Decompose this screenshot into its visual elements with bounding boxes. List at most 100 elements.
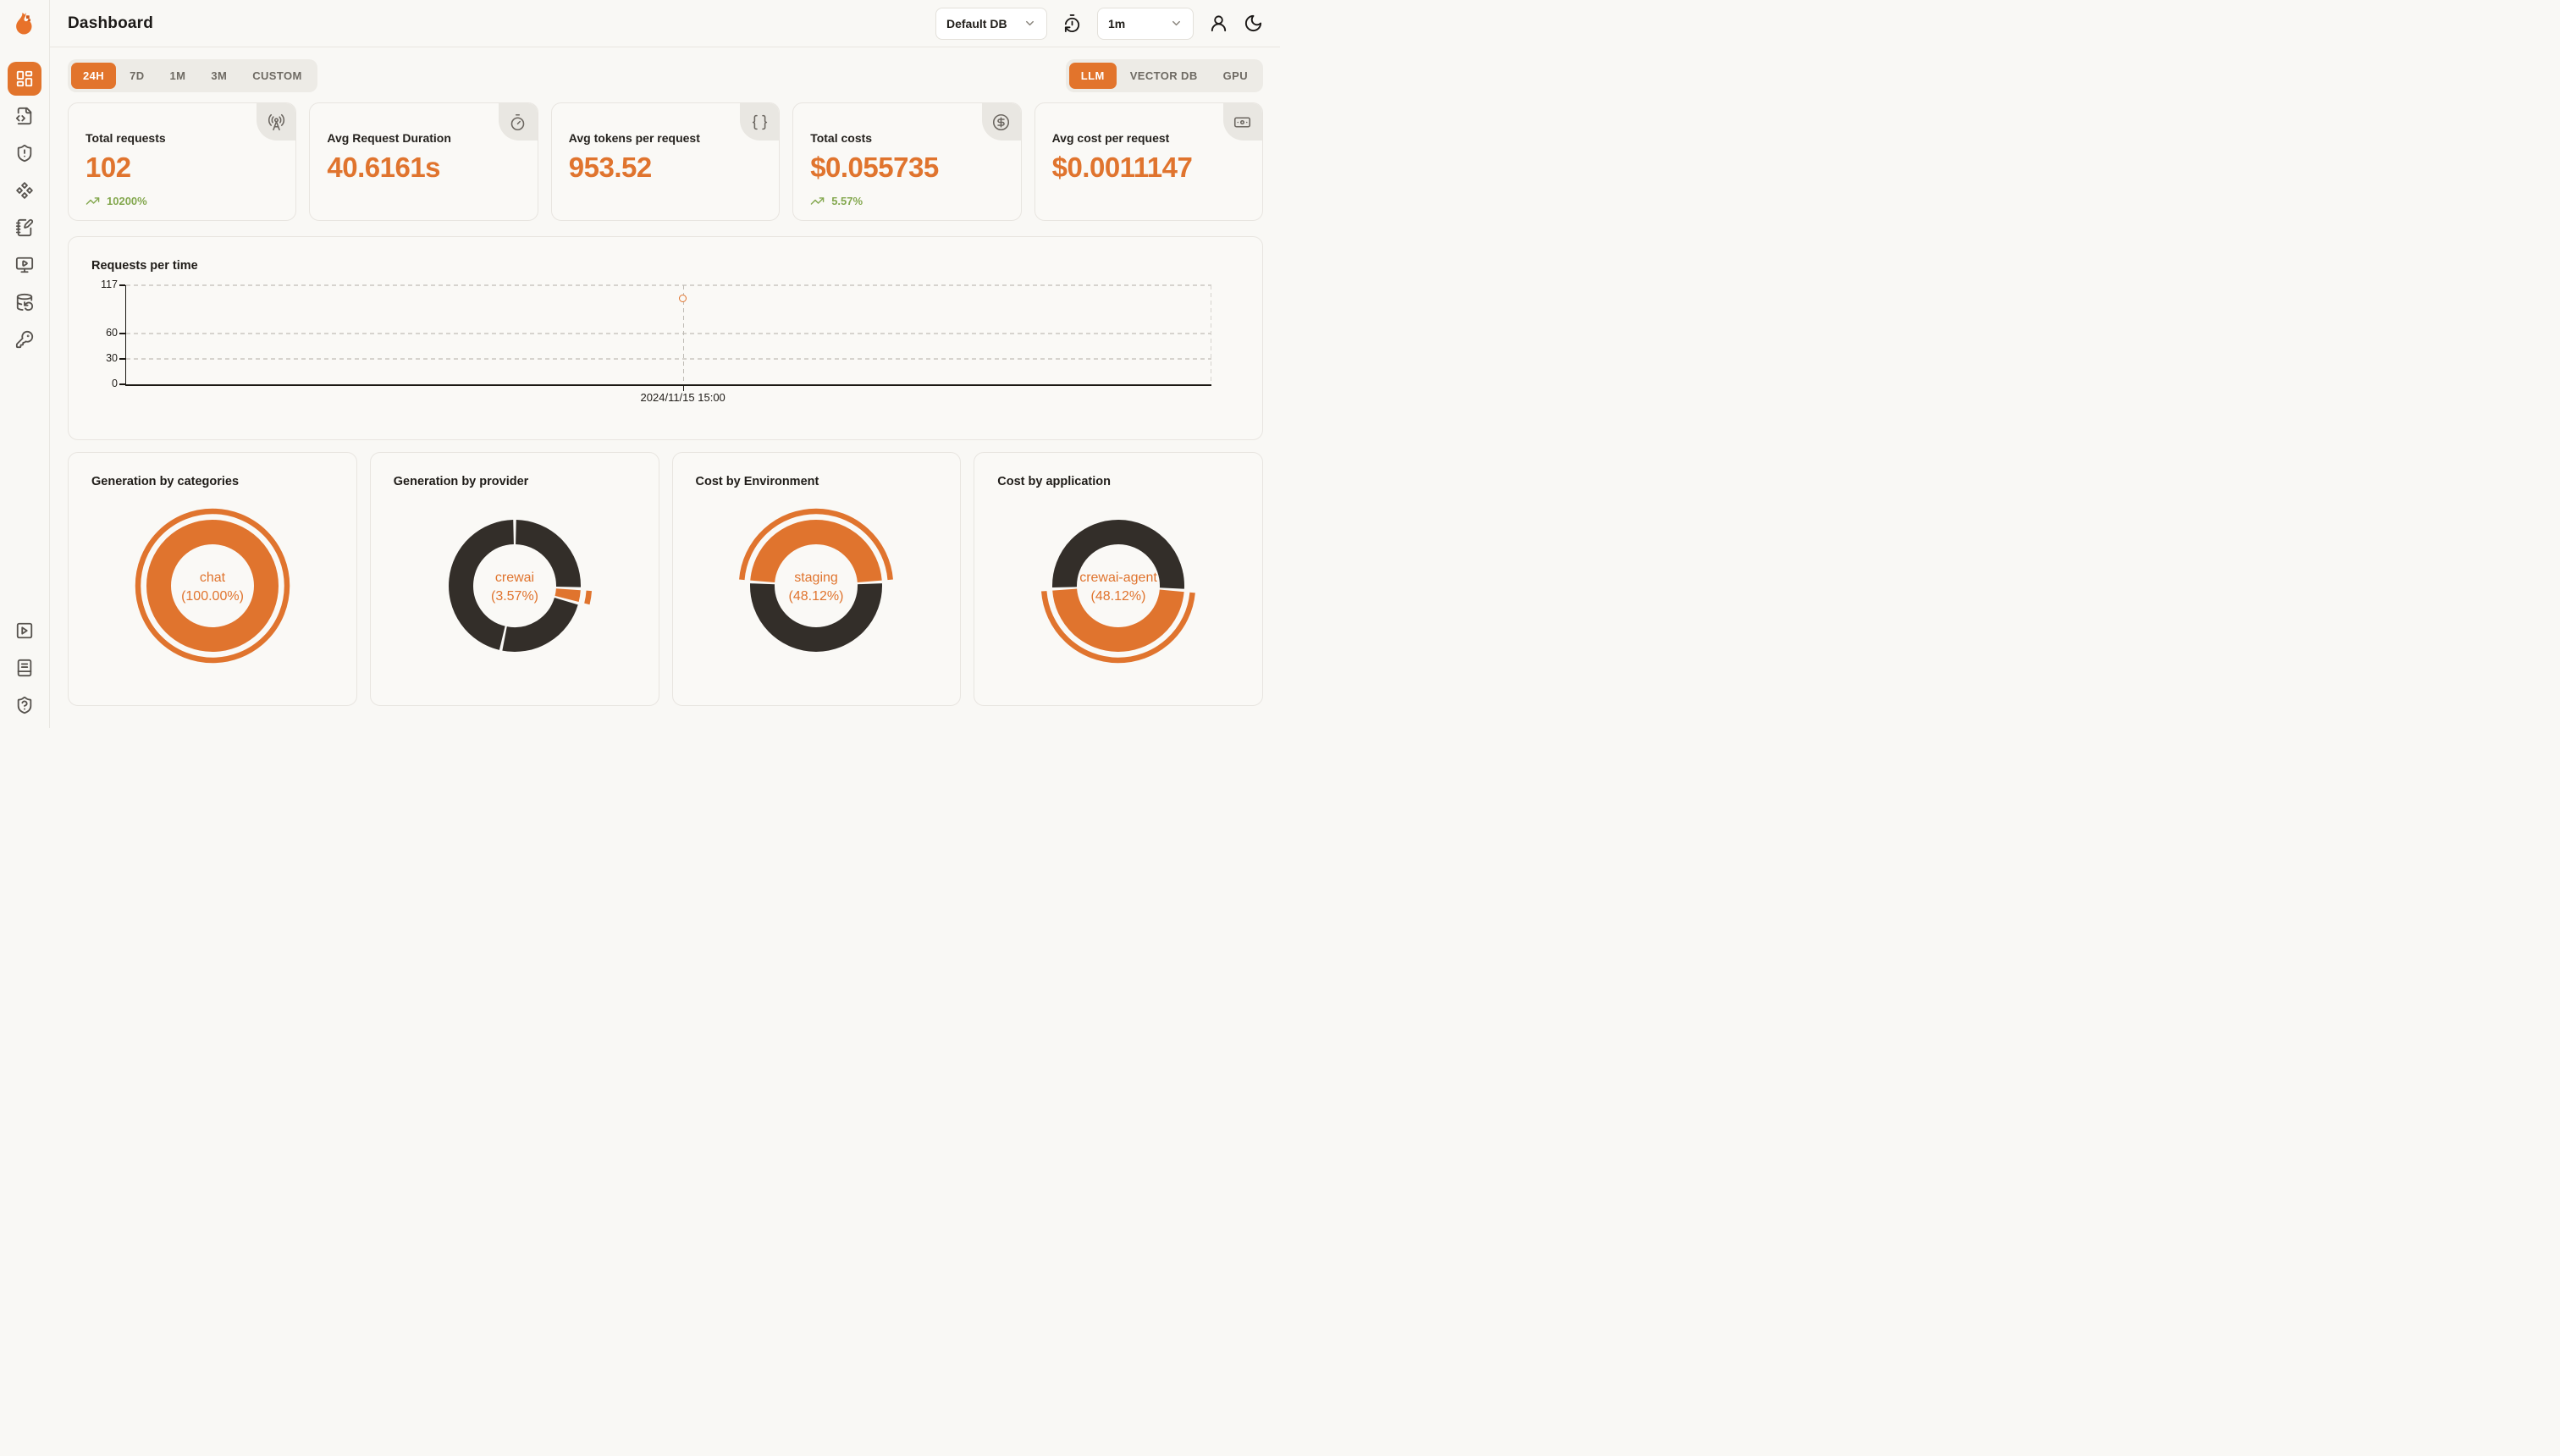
gridline [126,333,1211,334]
book-icon [15,659,34,677]
user-profile-icon[interactable] [1209,14,1228,33]
sidebar-item-playground[interactable] [8,174,41,207]
y-tick [119,284,125,286]
sidebar-item-documentation[interactable] [8,651,41,685]
donut-chart[interactable]: crewai-agent (48.12%) [974,501,1262,670]
interval-select[interactable]: 1m [1097,8,1194,40]
stat-value: 40.6161s [327,152,520,184]
donut-title: Generation by provider [394,475,529,488]
sidebar [0,0,50,728]
square-play-icon [15,621,34,640]
stat-card: Total costs$0.0557355.57% [792,102,1021,221]
plot-right-edge [1211,285,1212,384]
chevron-down-icon [1023,17,1036,30]
requests-line-chart[interactable]: 117603002024/11/15 15:00 [126,285,1211,384]
tab-range-7d[interactable]: 7D [118,63,156,89]
stat-trend-value: 10200% [107,195,147,207]
stat-trend: 5.57% [810,194,1003,208]
banknote-icon [1223,103,1262,141]
page-title: Dashboard [68,14,153,33]
tab-range-1m[interactable]: 1M [157,63,197,89]
donut-center-label: crewai [495,571,534,585]
x-axis [125,384,1212,386]
donut-center-label: crewai-agent [1079,571,1157,585]
database-select-value: Default DB [946,17,1007,30]
y-tick-label: 0 [84,378,118,389]
donut-card: Cost by Environmentstaging(48.12%) [672,452,962,706]
stat-cards-row: Total requests 102 10200% Avg Request Durat… [68,102,1263,221]
sidebar-item-demo-video[interactable] [8,614,41,648]
monitor-play-icon [15,256,34,274]
timer-icon [499,103,538,141]
stat-card: Avg cost per request$0.0011147 [1034,102,1263,221]
file-code-icon [15,107,34,125]
sidebar-nav-bottom [8,614,41,722]
database-refresh-icon [15,293,34,312]
interval-select-value: 1m [1108,17,1125,30]
sidebar-item-sessions[interactable] [8,248,41,282]
stat-card: Avg Request Duration 40.6161s [309,102,538,221]
key-icon [15,330,34,349]
data-point[interactable] [679,295,687,302]
source-tabs: LLMVECTOR DBGPU [1066,59,1263,92]
database-select[interactable]: Default DB [935,8,1047,40]
tab-range-24h[interactable]: 24H [71,63,116,89]
diamonds-icon [15,181,34,200]
y-tick [119,358,125,360]
tab-source-gpu[interactable]: GPU [1211,63,1260,89]
sidebar-item-guardrails[interactable] [8,136,41,170]
sidebar-item-api-keys[interactable] [8,323,41,356]
stat-card: Avg tokens per request953.52 [551,102,780,221]
donut-title: Cost by application [997,475,1111,488]
tab-range-3m[interactable]: 3M [199,63,239,89]
donut-chart[interactable]: staging(48.12%) [673,501,961,670]
gridline [126,358,1211,360]
shield-question-icon [15,696,34,714]
sidebar-item-dashboard[interactable] [8,62,41,96]
filter-tabs-row: 24H7D1M3MCUSTOM LLMVECTOR DBGPU [68,59,1263,92]
stat-value: 102 [86,152,279,184]
circle-dollar-icon [982,103,1021,141]
layout-dashboard-icon [15,69,34,88]
y-tick [119,383,125,385]
sidebar-item-support[interactable] [8,688,41,722]
stat-value: $0.055735 [810,152,1003,184]
braces-icon [740,103,779,141]
tab-source-llm[interactable]: LLM [1069,63,1117,89]
donut-center-value: (3.57%) [491,589,538,604]
sidebar-nav-top [8,62,41,356]
sidebar-item-evaluations[interactable] [8,211,41,245]
donut-card: Cost by application crewai-agent (48.12%) [974,452,1263,706]
tab-range-custom[interactable]: CUSTOM [240,63,314,89]
tab-source-vector-db[interactable]: VECTOR DB [1118,63,1210,89]
stat-trend-value: 5.57% [831,195,863,207]
header-controls: Default DB 1m [935,8,1263,40]
dark-mode-moon-icon[interactable] [1244,14,1263,33]
donut-chart[interactable]: chat(100.00%) [69,501,356,670]
main-column: Dashboard Default DB 1m 24H7D1M3MCUSTOM … [50,0,1280,728]
stat-value: $0.0011147 [1052,152,1245,184]
donut-chart[interactable]: crewai (3.57%) [371,501,659,670]
trending-up-icon [86,194,100,208]
requests-per-time-card: Requests per time 117603002024/11/15 15:… [68,236,1263,440]
gridline [126,284,1211,286]
donut-center-value: (48.12%) [1091,589,1146,604]
chart-title: Requests per time [91,259,198,273]
app-logo-flame-icon[interactable] [12,11,37,36]
content-area: 24H7D1M3MCUSTOM LLMVECTOR DBGPU Total re… [50,47,1280,728]
stat-title: Avg Request Duration [327,131,520,145]
donut-center-value: (48.12%) [789,589,844,604]
top-bar: Dashboard Default DB 1m [50,0,1280,47]
stat-trend: 10200% [86,194,279,208]
stat-title: Total requests [86,131,279,145]
y-tick [119,333,125,334]
shield-alert-icon [15,144,34,163]
sidebar-item-datasets[interactable] [8,285,41,319]
y-tick-label: 30 [84,352,118,364]
app-window: Dashboard Default DB 1m 24H7D1M3MCUSTOM … [0,0,1280,728]
refresh-history-icon[interactable] [1062,14,1082,33]
chevron-down-icon [1170,17,1183,30]
sidebar-item-traces[interactable] [8,99,41,133]
donut-card: Generation by categorieschat(100.00%) [68,452,357,706]
radio-tower-icon [257,103,295,141]
